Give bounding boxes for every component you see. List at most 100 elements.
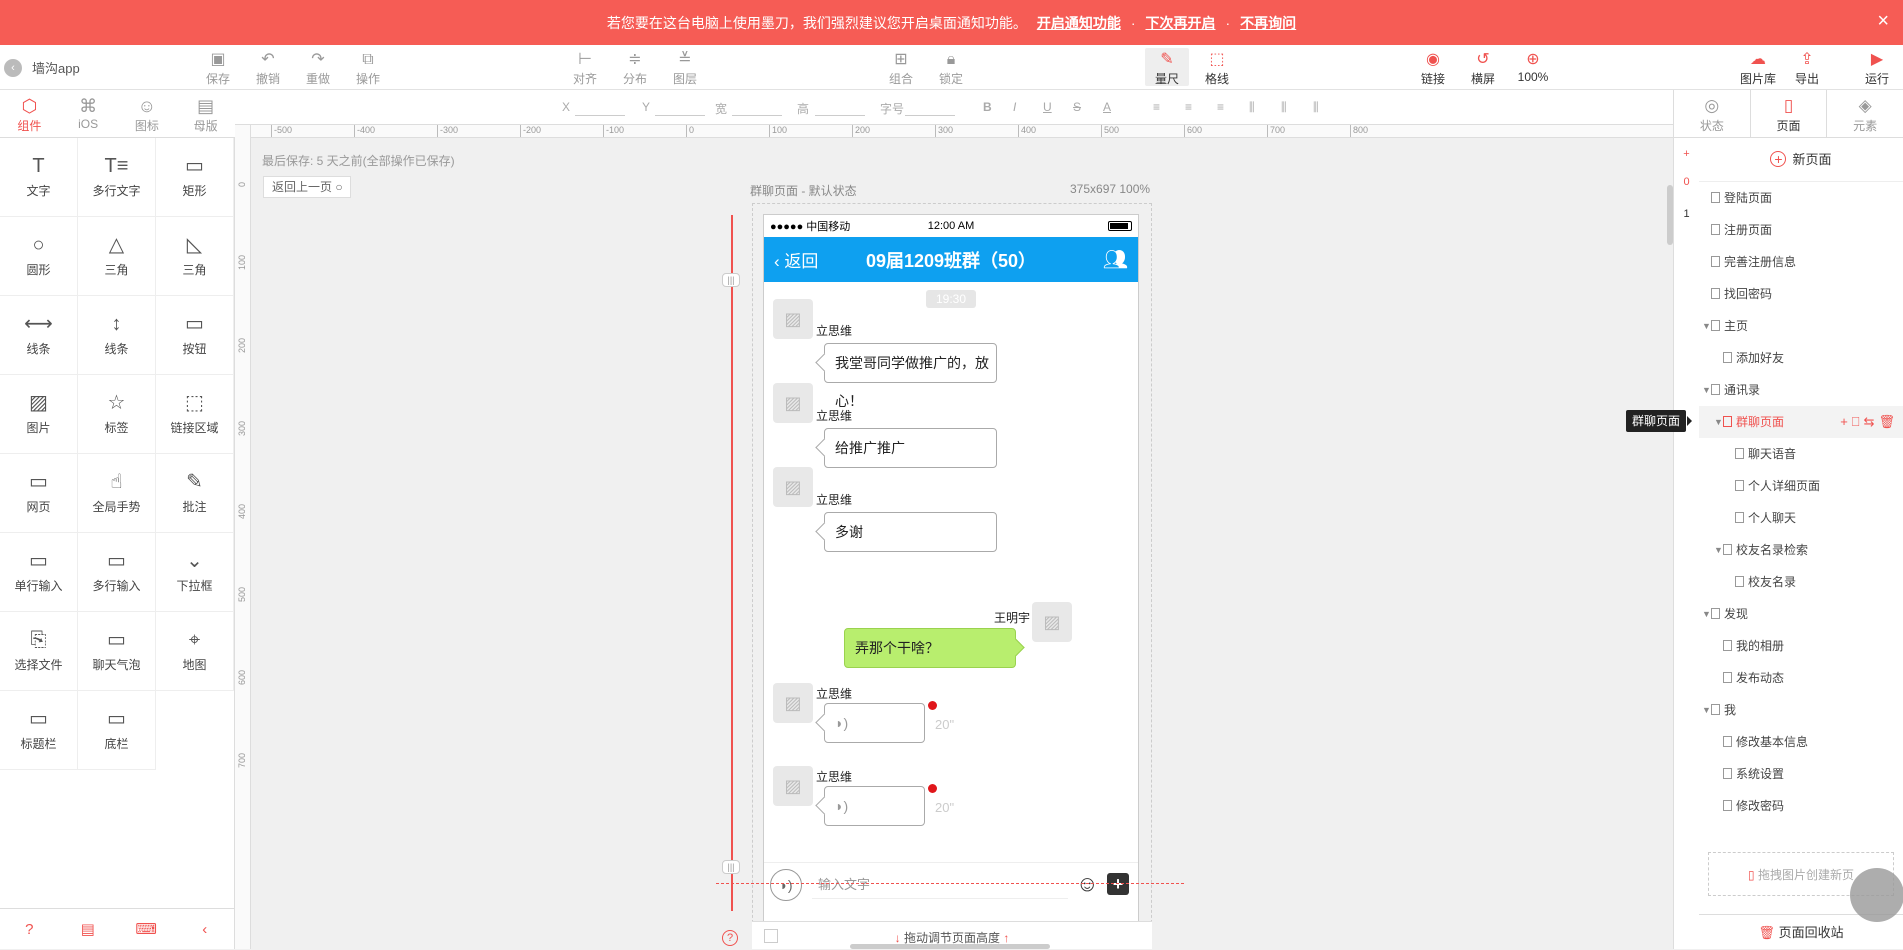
page-tree-item[interactable]: 添加好友 — [1699, 342, 1903, 374]
page-tree-item[interactable]: 个人聊天 — [1699, 502, 1903, 534]
page-height-guide[interactable] — [716, 883, 1184, 884]
widget-item[interactable]: T 文字 — [0, 138, 78, 217]
widget-item[interactable]: ▭ 多行输入 — [78, 533, 156, 612]
tab-elements[interactable]: ◈ 元素 — [1827, 90, 1903, 137]
avatar[interactable]: ▨ — [1032, 602, 1072, 642]
widget-item[interactable]: ▭ 网页 — [0, 454, 78, 533]
emoji-icon[interactable]: ☺ — [1076, 871, 1098, 897]
widget-item[interactable]: ⬚ 链接区域 — [156, 375, 234, 454]
voice-input-icon[interactable]: ◗) — [770, 869, 802, 901]
grid-button[interactable]: ⬚ 格线 — [1195, 50, 1239, 87]
align-right-icon[interactable]: ≡ — [1217, 100, 1224, 114]
guide-handle[interactable]: ||| — [722, 860, 740, 874]
caret-down-icon[interactable]: ▼ — [1714, 534, 1723, 566]
widget-item[interactable]: ◺ 三角 — [156, 217, 234, 296]
width-input[interactable] — [732, 115, 782, 116]
never-ask-link[interactable]: 不再询问 — [1240, 13, 1296, 33]
bold-button[interactable]: B — [983, 100, 992, 114]
widget-item[interactable]: ▭ 单行输入 — [0, 533, 78, 612]
page-tree-item[interactable]: 登陆页面 — [1699, 182, 1903, 214]
horizontal-scrollbar[interactable] — [850, 944, 1050, 949]
page-tree-item[interactable]: 发布动态 — [1699, 662, 1903, 694]
widget-item[interactable]: ✎ 批注 — [156, 454, 234, 533]
add-icon[interactable]: + — [1674, 138, 1699, 166]
widget-item[interactable]: ⌖ 地图 — [156, 612, 234, 691]
layer-button[interactable]: ≚ 图层 — [663, 50, 707, 87]
avatar[interactable]: ▨ — [773, 683, 813, 723]
group-button[interactable]: ⊞ 组合 — [879, 50, 923, 87]
avatar[interactable]: ▨ — [773, 467, 813, 507]
widget-item[interactable]: ⎘ 选择文件 — [0, 612, 78, 691]
gallery-button[interactable]: ☁ 图片库 — [1733, 50, 1783, 87]
underline-button[interactable]: U — [1043, 100, 1052, 114]
page-tree-item[interactable]: 我的相册 — [1699, 630, 1903, 662]
save-button[interactable]: ▣ 保存 — [196, 50, 240, 87]
chat-bubble[interactable]: 我堂哥同学做推广的，放心！ — [824, 343, 997, 409]
distribute-button[interactable]: ≑ 分布 — [613, 50, 657, 87]
widget-item[interactable]: ▭ 矩形 — [156, 138, 234, 217]
page-tree-item[interactable]: ▼ 通讯录 — [1699, 374, 1903, 406]
avatar[interactable]: ▨ — [773, 383, 813, 423]
y-input[interactable] — [655, 115, 705, 116]
layer-index[interactable]: 1 — [1674, 198, 1699, 230]
rotate-button[interactable]: ↺ 横屏 — [1461, 50, 1505, 87]
widget-item[interactable]: ▭ 聊天气泡 — [78, 612, 156, 691]
ruler-button[interactable]: ✎ 量尺 — [1145, 48, 1189, 86]
valign-top-icon[interactable]: ⫼ — [1249, 100, 1255, 115]
chat-bubble[interactable]: 多谢 — [824, 512, 997, 552]
message-input[interactable]: 输入文字 — [812, 871, 1068, 899]
page-tree-item[interactable]: ▼ 主页 — [1699, 310, 1903, 342]
valign-bottom-icon[interactable]: ⫼ — [1313, 100, 1319, 115]
caret-down-icon[interactable]: ▼ — [1702, 374, 1711, 406]
tab-masters[interactable]: ▤ 母版 — [176, 90, 235, 137]
collapse-icon[interactable]: ‹ — [176, 921, 235, 938]
widget-item[interactable]: T≡ 多行文字 — [78, 138, 156, 217]
undo-button[interactable]: ↶ 撤销 — [246, 50, 290, 87]
tab-state[interactable]: ◎ 状态 — [1674, 90, 1750, 137]
caret-down-icon[interactable]: ▼ — [1702, 310, 1711, 342]
tab-icons[interactable]: ☺ 图标 — [118, 90, 177, 137]
caret-down-icon[interactable]: ▼ — [1714, 406, 1723, 438]
widget-item[interactable]: ⟷ 线条 — [0, 296, 78, 375]
page-tree-item[interactable]: ▼ 群聊页面 +⎕⇆🗑︎ — [1699, 406, 1903, 438]
widget-item[interactable]: ↕ 线条 — [78, 296, 156, 375]
chat-bubble-self[interactable]: 弄那个干啥？ — [844, 628, 1016, 668]
page-tree-item[interactable]: 修改密码 — [1699, 790, 1903, 822]
widget-item[interactable]: ☝ 全局手势 — [78, 454, 156, 533]
export-button[interactable]: ⇪ 导出 — [1785, 50, 1829, 87]
page-actions[interactable]: +⎕⇆🗑︎ — [1840, 406, 1899, 438]
new-page-button[interactable]: + 新页面 — [1699, 138, 1903, 182]
tab-ios[interactable]: ⌘ iOS — [59, 90, 118, 137]
lock-button[interactable]: 🔒︎ 锁定 — [929, 50, 973, 87]
tab-pages[interactable]: ▯ 页面 — [1749, 90, 1828, 137]
widget-item[interactable]: ▭ 底栏 — [78, 691, 156, 770]
widget-item[interactable]: ☆ 标签 — [78, 375, 156, 454]
align-button[interactable]: ⊢ 对齐 — [563, 50, 607, 87]
add-attachment-icon[interactable]: + — [1107, 873, 1129, 895]
widget-item[interactable]: ▨ 图片 — [0, 375, 78, 454]
page-tree-item[interactable]: 系统设置 — [1699, 758, 1903, 790]
phone-artboard[interactable]: ●●●●● 中国移动 12:00 AM ‹ 返回 09届1209班群（50） 👥… — [763, 214, 1139, 949]
help-icon[interactable]: ? — [722, 930, 738, 946]
guide-handle[interactable]: ||| — [722, 273, 740, 287]
notes-icon[interactable]: ▤ — [59, 920, 118, 938]
page-tree-item[interactable]: 完善注册信息 — [1699, 246, 1903, 278]
layer-index[interactable]: 0 — [1674, 166, 1699, 198]
widget-item[interactable]: △ 三角 — [78, 217, 156, 296]
vertical-guide-line[interactable] — [731, 215, 733, 911]
chat-bubble[interactable]: 给推广推广 — [824, 428, 997, 468]
avatar[interactable]: ▨ — [773, 766, 813, 806]
floating-help-button[interactable] — [1850, 868, 1903, 922]
strikethrough-button[interactable]: S — [1073, 100, 1081, 114]
italic-button[interactable]: I — [1013, 100, 1016, 114]
align-center-icon[interactable]: ≡ — [1185, 100, 1192, 114]
page-tree-item[interactable]: 注册页面 — [1699, 214, 1903, 246]
page-tree-item[interactable]: ▼ 发现 — [1699, 598, 1903, 630]
caret-down-icon[interactable]: ▼ — [1702, 598, 1711, 630]
widget-item[interactable]: ⌄ 下拉框 — [156, 533, 234, 612]
page-tree-item[interactable]: 修改基本信息 — [1699, 726, 1903, 758]
x-input[interactable] — [575, 115, 625, 116]
back-prev-page-button[interactable]: 返回上一页 ○ — [263, 176, 351, 198]
height-input[interactable] — [815, 115, 865, 116]
link-button[interactable]: ◉ 链接 — [1411, 50, 1455, 87]
